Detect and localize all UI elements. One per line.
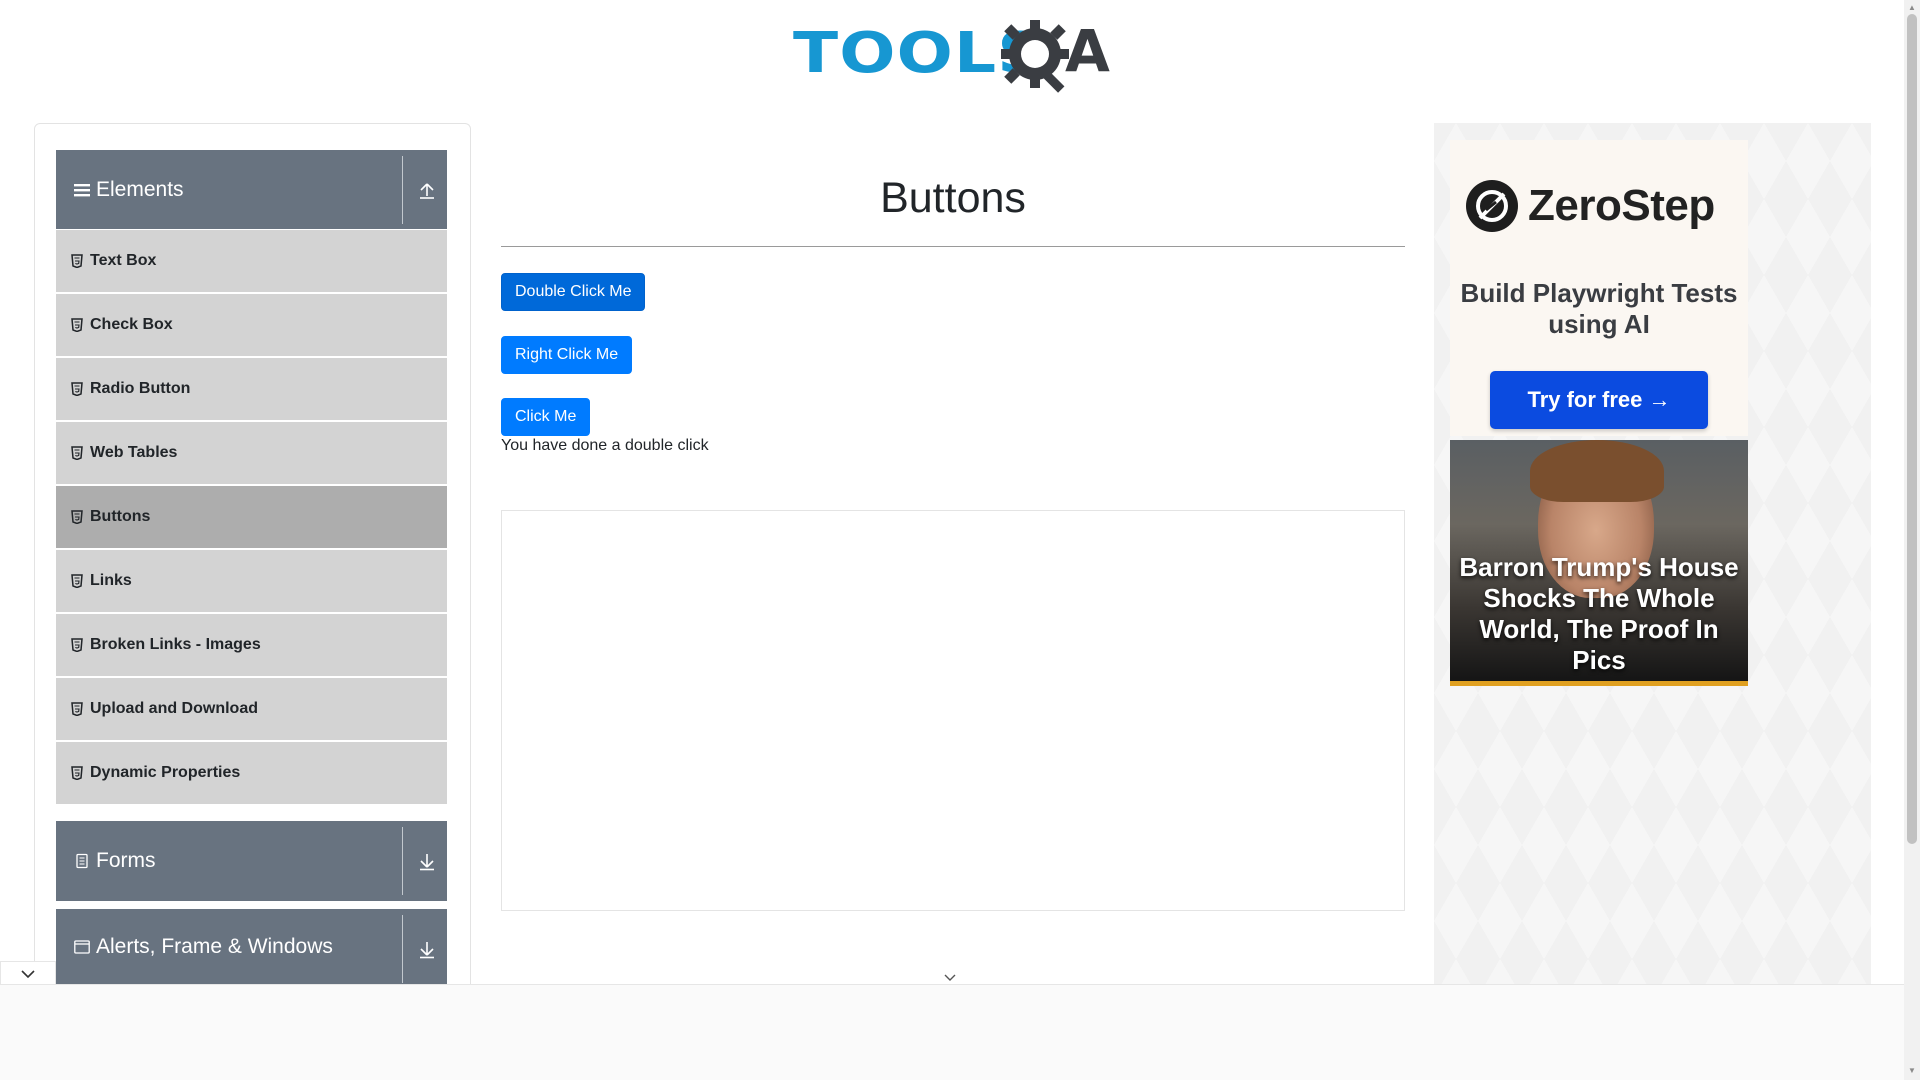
ad-collapse-toggle[interactable] — [0, 961, 56, 985]
sidebar-item-label: Broken Links - Images — [90, 636, 261, 653]
scroll-thumb[interactable] — [1907, 14, 1917, 844]
sidebar-item-label: Dynamic Properties — [90, 764, 241, 781]
sidebar-item-label: Check Box — [90, 316, 173, 333]
sidebar-item-label: Links — [90, 572, 132, 589]
download-icon[interactable] — [418, 939, 436, 959]
page: TOOLS A Elements Text Box Check Box Radi… — [0, 0, 1920, 1080]
main-content: Buttons Double Click Me Right Click Me C… — [501, 150, 1405, 911]
bottom-sticky-ad — [0, 984, 1904, 1080]
sidebar-item-links[interactable]: Links — [56, 549, 447, 613]
ad-placeholder-frame — [501, 510, 1405, 911]
html5-icon — [71, 574, 83, 588]
download-icon[interactable] — [418, 851, 436, 871]
sidebar-item-upload-download[interactable]: Upload and Download — [56, 677, 447, 741]
html5-icon — [71, 446, 83, 460]
elements-menu-list: Text Box Check Box Radio Button Web Tabl… — [56, 229, 447, 805]
sidebar-item-text-box[interactable]: Text Box — [56, 229, 447, 293]
html5-icon — [71, 382, 83, 396]
sidebar-group-label: Elements — [96, 178, 184, 201]
html5-icon — [71, 510, 83, 524]
page-scrollbar[interactable]: ▲ ▼ — [1904, 0, 1920, 1080]
sidebar-item-radio-button[interactable]: Radio Button — [56, 357, 447, 421]
sidebar-item-label: Upload and Download — [90, 700, 258, 717]
divider — [402, 827, 403, 895]
click-button[interactable]: Click Me — [501, 398, 591, 436]
zerostep-logo: ZeroStep — [1466, 180, 1715, 232]
sidebar-item-dynamic-properties[interactable]: Dynamic Properties — [56, 741, 447, 805]
html5-icon — [71, 766, 83, 780]
sidebar-item-label: Radio Button — [90, 380, 191, 397]
scroll-up-arrow-icon[interactable]: ▲ — [1908, 3, 1916, 12]
sidebar-group-alerts[interactable]: Alerts, Frame & Windows — [56, 909, 447, 985]
upload-icon[interactable] — [418, 180, 436, 200]
right-advertisement: ZeroStep Build Playwright Tests using AI… — [1434, 123, 1871, 993]
logo-text-a: A — [1065, 17, 1110, 85]
try-for-free-button[interactable]: Try for free → — [1490, 371, 1708, 429]
document-icon — [76, 853, 88, 869]
news-headline: Barron Trump's House Shocks The Whole Wo… — [1459, 552, 1739, 675]
divider — [402, 915, 403, 983]
toolsqa-logo[interactable]: TOOLS A — [793, 16, 1115, 93]
sidebar-item-check-box[interactable]: Check Box — [56, 293, 447, 357]
html5-icon — [71, 254, 83, 268]
sidebar-item-buttons[interactable]: Buttons — [56, 485, 447, 549]
zerostep-logo-icon — [1466, 180, 1518, 232]
gear-magnifier-icon — [1001, 20, 1069, 93]
double-click-button[interactable]: Double Click Me — [501, 273, 646, 311]
chevron-down-icon[interactable] — [942, 972, 958, 984]
html5-icon — [71, 702, 83, 716]
sidebar-item-label: Web Tables — [90, 444, 178, 461]
sidebar-group-label: Alerts, Frame & Windows — [96, 935, 333, 958]
news-ad[interactable]: Barron Trump's House Shocks The Whole Wo… — [1450, 440, 1748, 686]
hamburger-icon — [74, 184, 90, 197]
title-divider — [501, 246, 1405, 247]
sidebar-group-forms[interactable]: Forms — [56, 821, 447, 901]
html5-icon — [71, 318, 83, 332]
sidebar-item-label: Buttons — [90, 508, 151, 525]
html5-icon — [71, 638, 83, 652]
double-click-message: You have done a double click — [501, 437, 709, 454]
divider — [402, 156, 403, 224]
window-icon — [74, 940, 90, 954]
chevron-down-icon — [21, 969, 35, 978]
zerostep-brand: ZeroStep — [1528, 181, 1715, 230]
right-click-button[interactable]: Right Click Me — [501, 336, 633, 374]
page-title: Buttons — [880, 174, 1026, 222]
zerostep-tagline: Build Playwright Tests using AI — [1460, 278, 1738, 339]
sidebar-group-elements[interactable]: Elements — [56, 150, 447, 230]
zerostep-ad[interactable]: ZeroStep Build Playwright Tests using AI… — [1450, 140, 1748, 436]
sidebar-item-label: Text Box — [90, 252, 157, 269]
sidebar-item-web-tables[interactable]: Web Tables — [56, 421, 447, 485]
ad-photo-hair — [1530, 440, 1664, 502]
sidebar-group-label: Forms — [96, 849, 156, 872]
sidebar-item-broken-links[interactable]: Broken Links - Images — [56, 613, 447, 677]
scroll-down-arrow-icon[interactable]: ▼ — [1908, 1066, 1916, 1075]
